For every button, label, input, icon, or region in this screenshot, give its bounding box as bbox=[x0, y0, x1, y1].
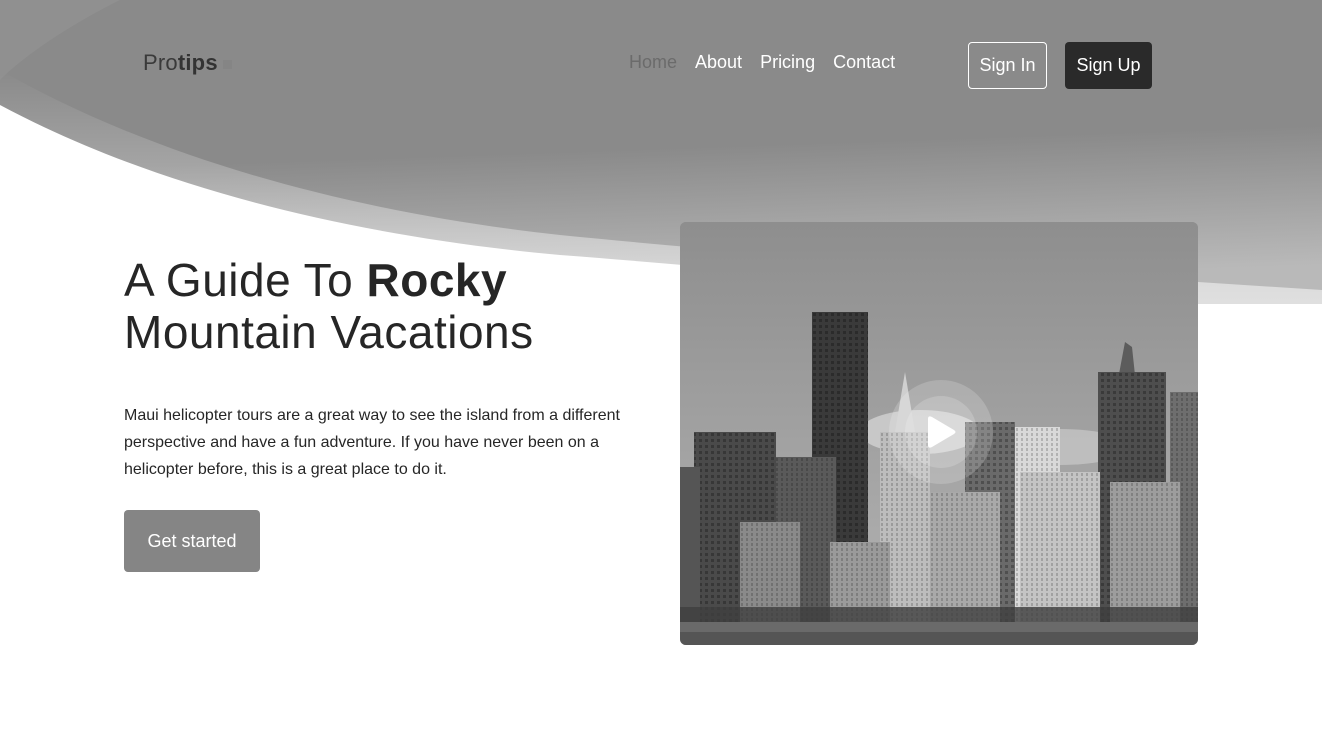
hero-title-part1: A Guide To bbox=[124, 254, 367, 306]
sign-up-button[interactable]: Sign Up bbox=[1065, 42, 1152, 89]
logo[interactable]: Pro tips bbox=[143, 50, 232, 76]
logo-text-light: Pro bbox=[143, 50, 178, 75]
nav-about[interactable]: About bbox=[695, 52, 742, 73]
sign-in-button[interactable]: Sign In bbox=[968, 42, 1047, 89]
hero-description: Maui helicopter tours are a great way to… bbox=[124, 407, 620, 478]
video-play-button[interactable] bbox=[889, 380, 993, 484]
square-icon bbox=[222, 60, 232, 69]
nav-pricing[interactable]: Pricing bbox=[760, 52, 815, 73]
nav-contact[interactable]: Contact bbox=[833, 52, 895, 73]
main-nav: Home About Pricing Contact bbox=[629, 52, 895, 73]
hero-title-bold: Rocky bbox=[366, 254, 508, 306]
logo-text-bold: tips bbox=[177, 50, 218, 75]
nav-home[interactable]: Home bbox=[629, 52, 677, 73]
hero-title: A Guide To Rocky Mountain Vacations bbox=[124, 254, 644, 358]
play-icon bbox=[928, 416, 956, 448]
hero-title-part2: Mountain Vacations bbox=[124, 306, 534, 358]
play-button-inner bbox=[905, 396, 977, 468]
get-started-button[interactable]: Get started bbox=[124, 510, 260, 572]
